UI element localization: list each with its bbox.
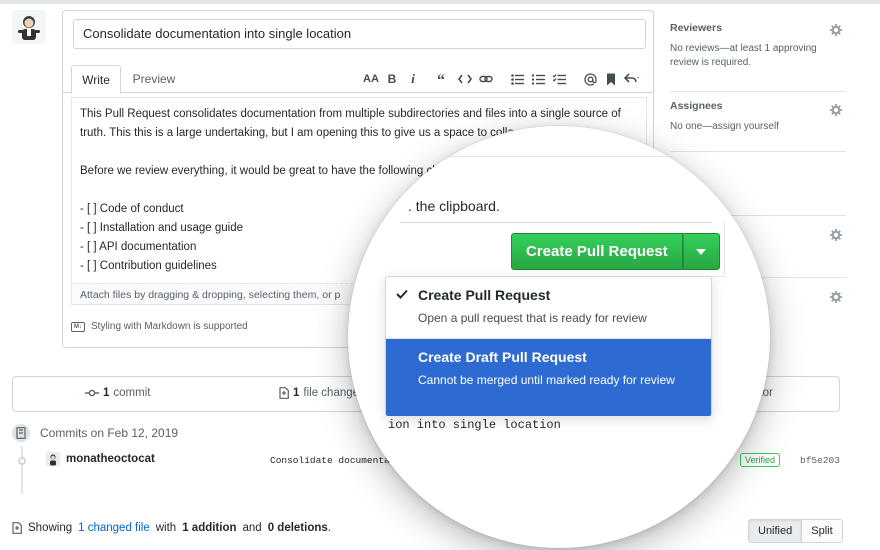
gear-icon[interactable] <box>830 24 842 36</box>
mention-icon <box>583 72 597 86</box>
markdown-toolbar: AA B i “ <box>359 70 641 88</box>
unified-button[interactable]: Unified <box>748 519 803 543</box>
changes-and: and <box>242 522 262 534</box>
magnified-commit-text: ion into single location <box>388 418 561 432</box>
commits-label: commit <box>113 387 151 399</box>
bookmark-icon <box>607 73 615 85</box>
create-pr-dropdown-toggle[interactable] <box>682 233 720 270</box>
files-label: file change <box>303 387 360 399</box>
code-icon <box>458 74 472 84</box>
editor-tabs: Write Preview AA B i “ <box>63 57 653 94</box>
bold-button[interactable]: B <box>383 70 401 88</box>
code-button[interactable] <box>456 70 474 88</box>
italic-icon: i <box>411 71 415 86</box>
file-diff-icon <box>279 387 289 399</box>
body-line: This Pull Request consolidates documenta… <box>80 108 621 120</box>
link-icon <box>479 75 493 83</box>
tab-preview[interactable]: Preview <box>125 65 183 94</box>
author-avatar <box>46 452 60 466</box>
commit-author[interactable]: monatheoctocat <box>46 452 155 466</box>
labels-heading: els <box>670 164 846 176</box>
assignees-heading: Assignees <box>670 100 723 112</box>
dropdown-item-title: Create Draft Pull Request <box>418 349 587 365</box>
author-name: monatheoctocat <box>66 453 155 465</box>
divider <box>348 156 770 157</box>
deletions-count: 0 deletions <box>267 522 328 534</box>
file-diff-icon <box>12 522 22 534</box>
user-avatar[interactable] <box>12 10 46 44</box>
git-commit-icon <box>12 424 30 442</box>
gear-icon[interactable] <box>830 291 842 303</box>
numbered-list-button[interactable] <box>529 70 547 88</box>
tab-write[interactable]: Write <box>71 65 121 94</box>
mention-button[interactable] <box>581 70 599 88</box>
bullet-list-button[interactable] <box>508 70 526 88</box>
markdown-icon: M↓ <box>71 321 85 332</box>
sidebar-reviewers: Reviewers No reviews—at least 1 approvin… <box>670 22 846 92</box>
gear-icon[interactable] <box>830 104 842 116</box>
magnifier-lens: . the clipboard. Create Pull Request Cre… <box>348 126 770 548</box>
quote-button[interactable]: “ <box>435 70 453 88</box>
split-button[interactable]: Split <box>802 519 843 543</box>
create-pr-button-group: Create Pull Request <box>511 233 720 270</box>
bookmark-button[interactable] <box>602 70 620 88</box>
changes-suffix: . <box>327 522 331 534</box>
changes-with: with <box>155 522 177 534</box>
sidebar-assignees: Assignees No one—assign yourself <box>670 100 846 152</box>
create-pull-request-button[interactable]: Create Pull Request <box>511 233 683 270</box>
verified-badge[interactable]: Verified <box>740 453 781 467</box>
commits-date-heading: Commits on Feb 12, 2019 <box>12 424 178 442</box>
divider <box>400 222 712 223</box>
check-icon <box>396 289 408 299</box>
numbered-list-icon <box>531 74 545 84</box>
task-list-button[interactable] <box>550 70 568 88</box>
pr-title-input[interactable]: Consolidate documentation into single lo… <box>73 19 646 49</box>
create-pr-dropdown-menu: Create Pull Request Open a pull request … <box>385 276 712 416</box>
changes-summary: Showing 1 changed file with 1 addition a… <box>12 522 331 534</box>
link-button[interactable] <box>477 70 495 88</box>
additions-count: 1 addition <box>182 522 237 534</box>
task-list-icon <box>552 73 566 84</box>
dropdown-item-description: Open a pull request that is ready for re… <box>418 311 647 325</box>
top-border <box>0 0 880 4</box>
dropdown-item-title: Create Pull Request <box>418 287 551 303</box>
divider <box>724 222 725 276</box>
italic-button[interactable]: i <box>404 70 422 88</box>
heading-icon: AA <box>363 73 379 85</box>
heading-button[interactable]: AA <box>362 70 380 88</box>
dropdown-item-create-draft-pr[interactable]: Create Draft Pull Request Cannot be merg… <box>386 339 711 416</box>
files-count: 1 <box>293 387 300 399</box>
commit-message[interactable]: Consolidate documentati <box>270 455 401 466</box>
markdown-note: M↓ Styling with Markdown is supported <box>71 321 248 332</box>
bold-icon: B <box>387 72 397 86</box>
clipboard-text: . the clipboard. <box>408 198 500 214</box>
diff-view-toggle: Unified Split <box>748 519 843 543</box>
dropdown-item-create-pr[interactable]: Create Pull Request Open a pull request … <box>386 277 711 339</box>
quote-icon: “ <box>437 73 445 85</box>
caret-down-icon <box>696 248 707 255</box>
commit-dot <box>18 457 26 465</box>
assignees-text[interactable]: No one—assign yourself <box>670 120 846 134</box>
reviewers-heading: Reviewers <box>670 22 722 34</box>
svg-text:“: “ <box>437 73 445 85</box>
files-stat[interactable]: 1 file change <box>279 387 359 399</box>
commits-date-text: Commits on Feb 12, 2019 <box>40 426 179 440</box>
bullet-list-icon <box>510 73 524 85</box>
commit-sha[interactable]: bf5e203 <box>800 455 840 466</box>
changed-file-link[interactable]: 1 changed file <box>78 522 150 534</box>
commit-icon <box>85 389 99 397</box>
reply-icon <box>624 73 639 83</box>
reviewers-text: No reviews—at least 1 approving review i… <box>670 43 817 68</box>
changes-prefix: Showing <box>28 522 73 534</box>
markdown-note-text[interactable]: Styling with Markdown is supported <box>91 321 248 332</box>
commits-stat[interactable]: 1 commit <box>85 387 150 399</box>
reply-button[interactable] <box>623 70 641 88</box>
commits-count: 1 <box>103 387 110 399</box>
dropdown-item-description: Cannot be merged until marked ready for … <box>418 373 675 387</box>
